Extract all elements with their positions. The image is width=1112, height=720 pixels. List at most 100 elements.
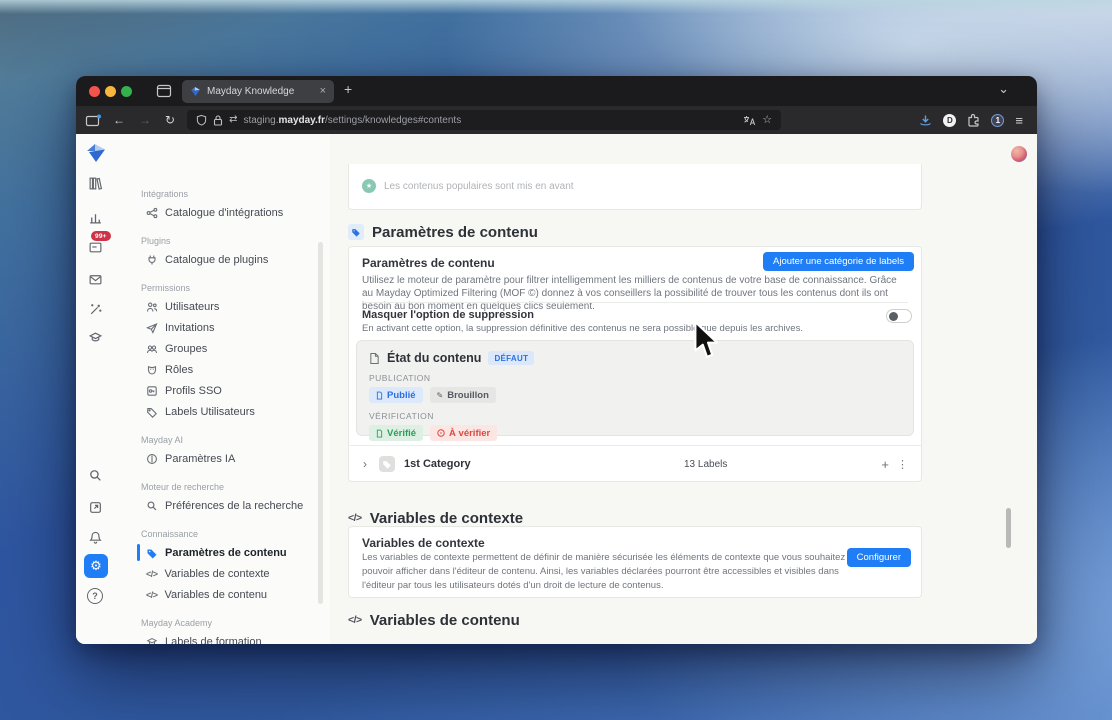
chip-brouillon[interactable]: ✎ Brouillon: [429, 387, 496, 403]
translate-icon[interactable]: [743, 115, 756, 126]
nav-rail: 99+ ⚙ ?: [76, 134, 116, 644]
card-description: Utilisez le moteur de paramètre pour fil…: [362, 275, 897, 313]
url-bar[interactable]: ⇄ staging.mayday.fr/settings/knowledges#…: [187, 110, 782, 130]
swap-arrows-icon[interactable]: ⇄: [229, 115, 237, 125]
browser-window: Mayday Knowledge × + ⌄ ← → ↻ ⇄ staging.m…: [76, 76, 1037, 644]
chip-a-verifier[interactable]: À vérifier: [430, 425, 498, 441]
screenshot-window-icon[interactable]: [85, 114, 101, 127]
notification-badge: 99+: [91, 231, 111, 241]
code-icon: </>: [348, 614, 362, 626]
academy-cap-icon[interactable]: [88, 330, 103, 345]
main-content: ★ Les contenus populaires sont mis en av…: [330, 134, 1037, 644]
add-label-category-button[interactable]: Ajouter une catégorie de labels: [763, 252, 914, 271]
sidebar-item-preferences-recherche[interactable]: Préférences de la recherche: [116, 495, 330, 516]
content-settings-heading: Paramètres de contenu: [348, 222, 538, 242]
kebab-menu-icon[interactable]: ⋮: [897, 458, 908, 471]
sidebar-item-labels-formation[interactable]: Labels de formation: [116, 631, 330, 644]
sidebar-item-groupes[interactable]: Groupes: [116, 338, 330, 359]
sidebar-section-permissions: Permissions: [141, 283, 191, 293]
browser-toolbar: ← → ↻ ⇄ staging.mayday.fr/settings/knowl…: [76, 106, 1037, 134]
external-link-icon[interactable]: [88, 500, 103, 515]
bell-icon[interactable]: [88, 530, 103, 545]
back-icon[interactable]: ←: [113, 114, 125, 126]
sidebar-item-invitations[interactable]: Invitations: [116, 317, 330, 338]
search-icon[interactable]: [88, 468, 103, 483]
code-icon: </>: [146, 568, 158, 579]
chip-verifie[interactable]: Vérifié: [369, 425, 424, 441]
sidebar-item-parametres-ia[interactable]: Paramètres IA: [116, 448, 330, 469]
search-engine-badge[interactable]: D: [943, 113, 957, 127]
browser-tab[interactable]: Mayday Knowledge ×: [182, 80, 334, 103]
popular-contents-card: ★ Les contenus populaires sont mis en av…: [348, 164, 922, 210]
shield-icon[interactable]: [196, 114, 207, 126]
divider: [362, 302, 908, 303]
sidebar-item-variables-contenu[interactable]: </> Variables de contenu: [116, 584, 330, 605]
sidebar-section-mayday-academy: Mayday Academy: [141, 618, 213, 628]
sidebar-item-utilisateurs[interactable]: Utilisateurs: [116, 296, 330, 317]
main-scrollbar[interactable]: [1006, 508, 1011, 548]
download-icon[interactable]: [919, 114, 932, 127]
help-icon[interactable]: ?: [87, 588, 103, 604]
context-variables-heading: </> Variables de contexte: [348, 509, 524, 527]
hide-delete-toggle[interactable]: [886, 309, 912, 323]
password-manager-icon[interactable]: 1: [991, 113, 1005, 127]
hide-delete-title: Masquer l'option de suppression: [362, 309, 534, 321]
url-text: staging.mayday.fr/settings/knowledges#co…: [243, 114, 462, 126]
knowledge-base-icon[interactable]: [88, 176, 103, 191]
category-labels-count: 13 Labels: [684, 458, 728, 470]
code-icon: </>: [348, 512, 362, 524]
card-title: Paramètres de contenu: [362, 256, 495, 270]
mail-icon[interactable]: [88, 272, 103, 287]
lock-icon[interactable]: [213, 114, 223, 126]
paper-plane-icon: [146, 322, 158, 334]
add-label-icon[interactable]: +: [881, 457, 889, 472]
sidebar-item-catalogue-integrations[interactable]: Catalogue d'intégrations: [116, 202, 330, 223]
sidebar-item-parametres-contenu[interactable]: Paramètres de contenu: [116, 542, 330, 563]
mayday-logo: [87, 144, 105, 162]
settings-gear-active[interactable]: ⚙: [84, 554, 108, 578]
sidebar-item-labels-utilisateurs[interactable]: Labels Utilisateurs: [116, 401, 330, 422]
sidebar-section-moteur-recherche: Moteur de recherche: [141, 482, 225, 492]
bookmark-star-icon[interactable]: ☆: [762, 114, 772, 126]
sidebar-section-plugins: Plugins: [141, 236, 171, 246]
sidebar-item-roles[interactable]: Rôles: [116, 359, 330, 380]
magic-wand-icon[interactable]: [88, 302, 103, 317]
verification-group-label: VÉRIFICATION: [369, 411, 434, 421]
zoom-window-button[interactable]: [121, 86, 132, 97]
sidebar-scrollbar[interactable]: [318, 242, 323, 604]
content-icon[interactable]: [88, 240, 103, 255]
new-tab-button[interactable]: +: [344, 81, 352, 97]
chevron-down-icon[interactable]: ⌄: [998, 81, 1009, 97]
tag-icon: [147, 407, 157, 418]
category-row[interactable]: › 1st Category 13 Labels + ⋮: [349, 445, 921, 482]
chevron-right-icon[interactable]: ›: [363, 457, 367, 471]
analytics-icon[interactable]: [88, 210, 103, 225]
tab-overview-icon[interactable]: [156, 84, 172, 98]
sidebar-section-connaissance: Connaissance: [141, 529, 199, 539]
forward-icon[interactable]: →: [139, 114, 151, 126]
reload-icon[interactable]: ↻: [165, 114, 175, 126]
popular-icon: ★: [362, 179, 376, 193]
doc-check-icon: [376, 429, 383, 437]
context-variables-card: Variables de contexte Les variables de c…: [348, 526, 922, 598]
sso-key-icon: [147, 385, 157, 396]
minimize-window-button[interactable]: [105, 86, 116, 97]
code-icon: </>: [146, 589, 158, 600]
close-window-button[interactable]: [89, 86, 100, 97]
document-icon: [370, 352, 379, 364]
alert-circle-icon: [437, 429, 445, 437]
configure-button[interactable]: Configurer: [846, 548, 911, 567]
integration-nodes-icon: [146, 207, 158, 218]
sidebar-item-variables-contexte[interactable]: </> Variables de contexte: [116, 563, 330, 584]
hide-delete-description: En activant cette option, la suppression…: [362, 323, 803, 334]
sidebar-item-profils-sso[interactable]: Profils SSO: [116, 380, 330, 401]
chip-publie[interactable]: Publié: [369, 387, 423, 403]
menu-icon[interactable]: ≡: [1015, 114, 1023, 127]
close-tab-icon[interactable]: ×: [320, 86, 326, 97]
user-avatar[interactable]: [1011, 146, 1027, 162]
sidebar-item-catalogue-plugins[interactable]: Catalogue de plugins: [116, 249, 330, 270]
extension-icon[interactable]: [967, 113, 980, 127]
desktop-wallpaper: Mayday Knowledge × + ⌄ ← → ↻ ⇄ staging.m…: [0, 0, 1112, 720]
content-state-card: État du contenu DÉFAUT PUBLICATION Publi…: [356, 340, 914, 441]
mouse-cursor: [694, 321, 719, 358]
